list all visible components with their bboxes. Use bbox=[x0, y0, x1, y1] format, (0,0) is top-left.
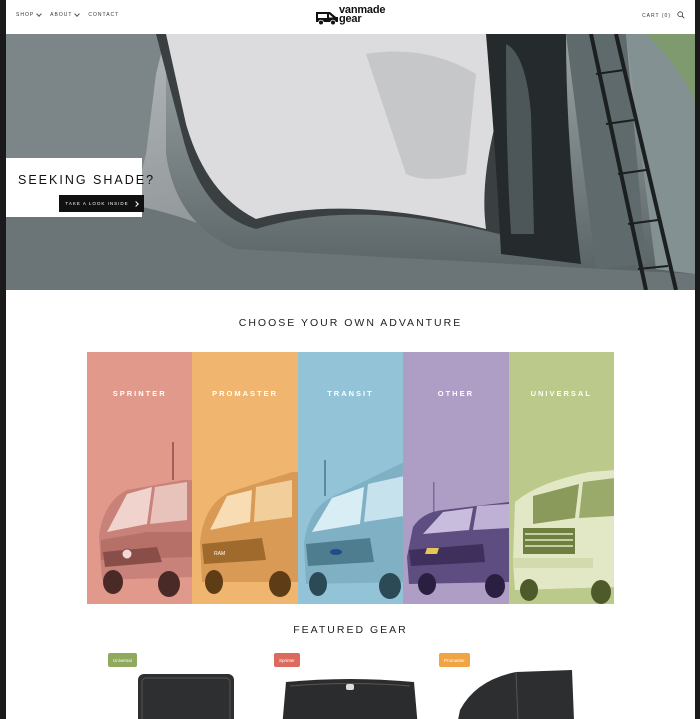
other-van-image bbox=[407, 482, 509, 598]
category-other[interactable]: OTHER bbox=[403, 352, 509, 604]
nav-about-label: ABOUT bbox=[50, 12, 73, 18]
van-logo-icon bbox=[316, 12, 338, 26]
page: SHOP ABOUT CONTACT vanmade gear CART (0)… bbox=[6, 0, 695, 719]
category-transit-label: TRANSIT bbox=[327, 389, 374, 398]
choose-adventure-heading: CHOOSE YOUR OWN ADVANTURE bbox=[238, 317, 463, 329]
search-icon[interactable] bbox=[677, 11, 685, 19]
nav-shop[interactable]: SHOP bbox=[16, 11, 43, 18]
chevron-down-icon bbox=[36, 11, 43, 17]
nav-contact-label: CONTACT bbox=[88, 12, 120, 18]
logo-line-2: gear bbox=[339, 13, 362, 25]
category-promaster-label: PROMASTER bbox=[212, 389, 279, 398]
take-a-look-button-label: TAKE A LOOK INSIDE bbox=[65, 201, 129, 206]
nav-shop-label: SHOP bbox=[16, 12, 35, 18]
category-sprinter[interactable]: SPRINTER bbox=[87, 352, 193, 604]
nav-contact[interactable]: CONTACT bbox=[88, 12, 119, 18]
site-logo[interactable]: vanmade gear bbox=[314, 5, 388, 28]
badge-universal: Universal bbox=[108, 653, 137, 667]
promaster-van-image: RAM bbox=[200, 472, 298, 597]
site-header: SHOP ABOUT CONTACT vanmade gear CART (0) bbox=[6, 0, 695, 34]
hero-banner: SEEKING SHADE? TAKE A LOOK INSIDE bbox=[6, 34, 695, 290]
chevron-right-icon bbox=[132, 200, 139, 207]
chevron-down-icon bbox=[74, 11, 81, 17]
universal-van-image bbox=[512, 470, 614, 604]
svg-text:RAM: RAM bbox=[214, 551, 225, 557]
category-promaster[interactable]: PROMASTER RAM bbox=[192, 352, 298, 604]
category-other-label: OTHER bbox=[437, 389, 474, 398]
category-transit[interactable]: TRANSIT bbox=[297, 352, 404, 604]
transit-van-image bbox=[303, 460, 404, 599]
product-universal-shade-image[interactable] bbox=[136, 670, 236, 719]
cart-link[interactable]: CART (0) bbox=[642, 13, 671, 19]
take-a-look-button[interactable]: TAKE A LOOK INSIDE bbox=[59, 195, 144, 212]
featured-gear-heading: FEATURED GEAR bbox=[293, 624, 408, 636]
main-nav: SHOP ABOUT CONTACT bbox=[16, 11, 119, 18]
sprinter-van-image bbox=[99, 442, 193, 597]
logo-wordmark: vanmade gear bbox=[339, 5, 385, 25]
category-universal[interactable]: UNIVERSAL bbox=[508, 352, 614, 604]
badge-sprinter: Sprinter bbox=[274, 653, 300, 667]
product-promaster-shade-image[interactable] bbox=[456, 670, 576, 719]
hero-title: SEEKING SHADE? bbox=[18, 173, 156, 187]
category-universal-label: UNIVERSAL bbox=[530, 389, 592, 398]
hero-callout: SEEKING SHADE? TAKE A LOOK INSIDE bbox=[6, 158, 153, 217]
badge-promaster: Promaster bbox=[439, 653, 470, 667]
nav-about[interactable]: ABOUT bbox=[50, 11, 81, 18]
category-sprinter-label: SPRINTER bbox=[112, 389, 167, 398]
vehicle-categories: SPRINTER PROMASTER RAM TRANSIT OTHER UNI… bbox=[87, 352, 614, 604]
product-sprinter-shade-image[interactable] bbox=[280, 678, 420, 719]
